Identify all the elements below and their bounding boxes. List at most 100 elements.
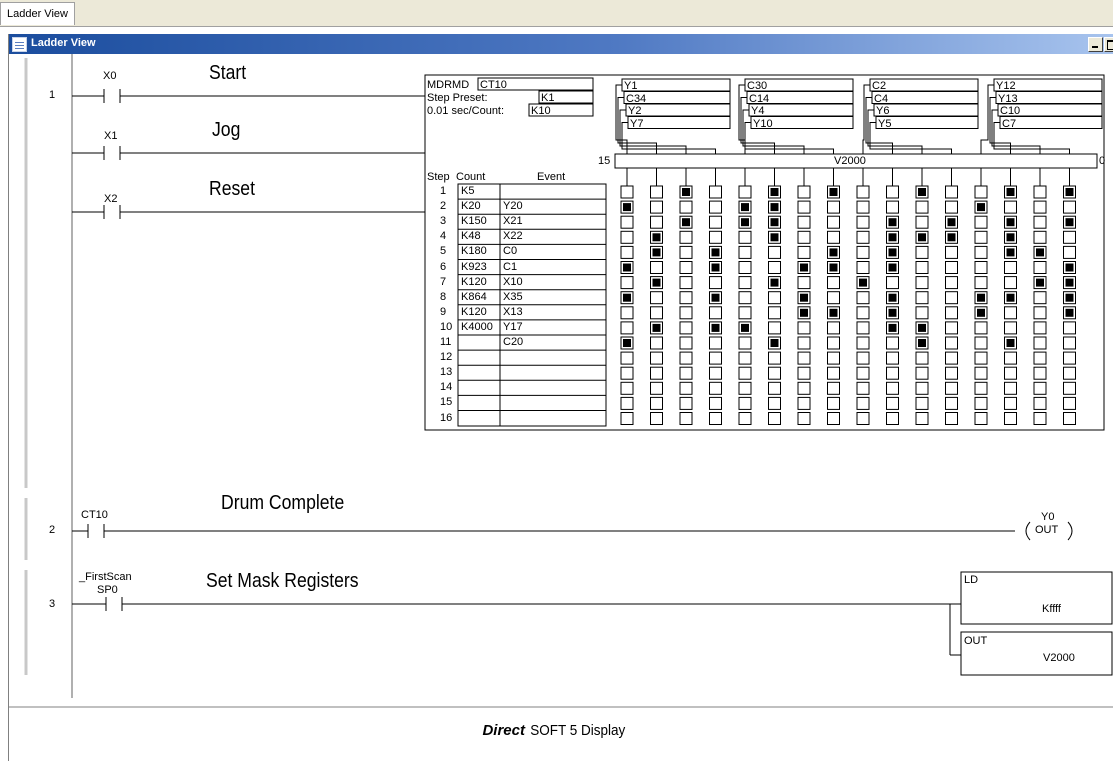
matrix-cell[interactable] bbox=[886, 396, 899, 410]
matrix-cell[interactable] bbox=[768, 306, 781, 320]
matrix-cell[interactable] bbox=[738, 336, 752, 350]
matrix-cell[interactable] bbox=[945, 336, 958, 350]
matrix-cell[interactable] bbox=[1033, 306, 1047, 320]
matrix-cell[interactable] bbox=[945, 381, 958, 395]
matrix-cell[interactable] bbox=[738, 412, 752, 425]
matrix-cell[interactable] bbox=[974, 276, 988, 290]
matrix-cell[interactable] bbox=[945, 306, 958, 320]
matrix-cell[interactable] bbox=[797, 381, 811, 395]
matrix-cell[interactable] bbox=[768, 245, 781, 259]
matrix-cell[interactable] bbox=[886, 412, 899, 425]
matrix-cell[interactable] bbox=[797, 396, 811, 410]
matrix-cell[interactable] bbox=[856, 306, 870, 320]
matrix-cell[interactable] bbox=[945, 351, 958, 365]
matrix-cell[interactable] bbox=[856, 366, 870, 380]
matrix-cell[interactable] bbox=[679, 412, 693, 425]
matrix-cell[interactable] bbox=[856, 321, 870, 335]
step-event[interactable]: C20 bbox=[503, 336, 523, 348]
output-name[interactable]: Y2 bbox=[628, 105, 641, 117]
output-name[interactable]: C14 bbox=[749, 93, 769, 105]
matrix-cell[interactable] bbox=[679, 261, 693, 274]
matrix-cell[interactable] bbox=[679, 351, 693, 365]
matrix-cell[interactable] bbox=[650, 261, 663, 274]
matrix-cell[interactable] bbox=[856, 351, 870, 365]
matrix-cell[interactable] bbox=[945, 396, 958, 410]
matrix-cell[interactable] bbox=[650, 366, 663, 380]
matrix-cell[interactable] bbox=[974, 185, 988, 199]
step-preset-value[interactable]: K1 bbox=[541, 92, 554, 104]
matrix-cell[interactable] bbox=[945, 200, 958, 214]
step-event[interactable]: X22 bbox=[503, 230, 523, 242]
matrix-cell[interactable] bbox=[1004, 200, 1017, 214]
step-count[interactable]: K20 bbox=[461, 200, 481, 212]
matrix-cell[interactable] bbox=[974, 336, 988, 350]
matrix-cell[interactable] bbox=[827, 366, 840, 380]
contact-x1-label[interactable]: X1 bbox=[104, 130, 117, 142]
matrix-cell[interactable] bbox=[797, 336, 811, 350]
matrix-cell[interactable] bbox=[915, 306, 929, 320]
matrix-cell[interactable] bbox=[650, 336, 663, 350]
matrix-cell[interactable] bbox=[1063, 200, 1076, 214]
matrix-cell[interactable] bbox=[915, 366, 929, 380]
matrix-cell[interactable] bbox=[797, 321, 811, 335]
step-event[interactable]: Y20 bbox=[503, 200, 523, 212]
contact-firstscan-label[interactable]: _FirstScan bbox=[79, 571, 132, 583]
matrix-cell[interactable] bbox=[974, 215, 988, 229]
matrix-cell[interactable] bbox=[1063, 230, 1076, 244]
ld-value[interactable]: Kffff bbox=[1042, 603, 1061, 615]
matrix-cell[interactable] bbox=[709, 412, 722, 425]
matrix-cell[interactable] bbox=[856, 336, 870, 350]
matrix-cell[interactable] bbox=[974, 230, 988, 244]
matrix-cell[interactable] bbox=[797, 351, 811, 365]
output-name[interactable]: Y13 bbox=[998, 93, 1018, 105]
matrix-cell[interactable] bbox=[738, 306, 752, 320]
matrix-cell[interactable] bbox=[1004, 276, 1017, 290]
matrix-cell[interactable] bbox=[945, 291, 958, 305]
matrix-cell[interactable] bbox=[1033, 200, 1047, 214]
step-event[interactable]: X21 bbox=[503, 215, 523, 227]
matrix-cell[interactable] bbox=[679, 336, 693, 350]
matrix-cell[interactable] bbox=[1063, 366, 1076, 380]
matrix-cell[interactable] bbox=[1004, 306, 1017, 320]
step-event[interactable]: C1 bbox=[503, 261, 517, 273]
matrix-cell[interactable] bbox=[768, 412, 781, 425]
matrix-cell[interactable] bbox=[620, 412, 634, 425]
matrix-cell[interactable] bbox=[974, 351, 988, 365]
matrix-cell[interactable] bbox=[679, 366, 693, 380]
output-name[interactable]: C7 bbox=[1002, 118, 1016, 130]
output-name[interactable]: C2 bbox=[872, 80, 886, 92]
matrix-cell[interactable] bbox=[856, 185, 870, 199]
matrix-cell[interactable] bbox=[915, 200, 929, 214]
matrix-cell[interactable] bbox=[709, 306, 722, 320]
matrix-cell[interactable] bbox=[768, 291, 781, 305]
matrix-cell[interactable] bbox=[856, 412, 870, 425]
step-event[interactable]: X13 bbox=[503, 306, 523, 318]
matrix-cell[interactable] bbox=[709, 381, 722, 395]
matrix-cell[interactable] bbox=[1004, 381, 1017, 395]
output-name[interactable]: Y5 bbox=[878, 118, 891, 130]
matrix-cell[interactable] bbox=[827, 230, 840, 244]
matrix-cell[interactable] bbox=[945, 245, 958, 259]
matrix-cell[interactable] bbox=[1063, 381, 1076, 395]
matrix-cell[interactable] bbox=[1033, 230, 1047, 244]
matrix-cell[interactable] bbox=[945, 321, 958, 335]
matrix-cell[interactable] bbox=[1033, 412, 1047, 425]
matrix-cell[interactable] bbox=[650, 396, 663, 410]
matrix-cell[interactable] bbox=[886, 351, 899, 365]
matrix-cell[interactable] bbox=[915, 412, 929, 425]
sec-count-value[interactable]: K10 bbox=[531, 105, 551, 117]
contact-x2-label[interactable]: X2 bbox=[104, 193, 117, 205]
matrix-cell[interactable] bbox=[738, 245, 752, 259]
matrix-cell[interactable] bbox=[915, 396, 929, 410]
matrix-cell[interactable] bbox=[620, 245, 634, 259]
drum-counter[interactable]: CT10 bbox=[480, 79, 507, 91]
matrix-cell[interactable] bbox=[1004, 366, 1017, 380]
matrix-cell[interactable] bbox=[679, 200, 693, 214]
matrix-cell[interactable] bbox=[738, 351, 752, 365]
matrix-cell[interactable] bbox=[827, 412, 840, 425]
step-event[interactable]: X35 bbox=[503, 291, 523, 303]
matrix-cell[interactable] bbox=[768, 381, 781, 395]
step-count[interactable]: K120 bbox=[461, 276, 487, 288]
matrix-cell[interactable] bbox=[620, 396, 634, 410]
matrix-cell[interactable] bbox=[620, 351, 634, 365]
